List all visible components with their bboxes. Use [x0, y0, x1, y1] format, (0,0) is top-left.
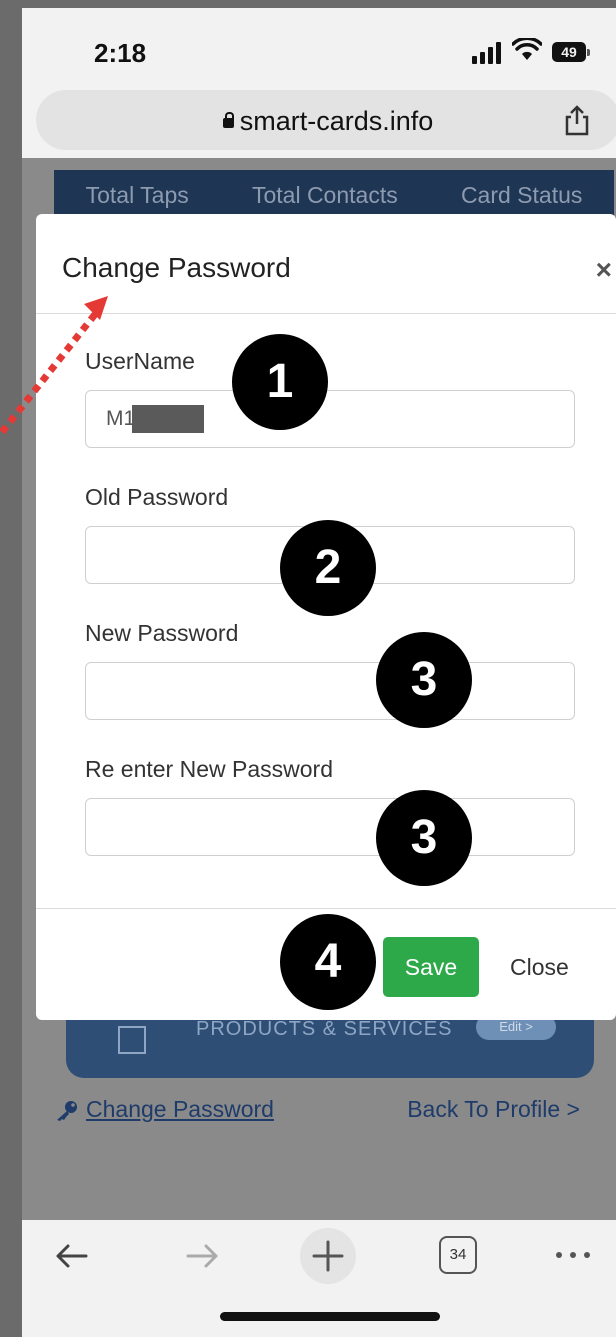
step-badge-4: 4 — [280, 914, 376, 1010]
username-field[interactable]: M1 — [85, 390, 575, 448]
url-display: smart-cards.info — [36, 106, 616, 137]
old-password-label: Old Password — [85, 484, 229, 510]
phone-screen: 2:18 49 smart-cards.info Total Taps Tota… — [22, 8, 616, 1337]
status-bar: 2:18 49 — [22, 8, 616, 90]
stat-total-contacts: Total Contacts — [251, 181, 398, 208]
forward-arrow-icon[interactable] — [182, 1236, 222, 1276]
cellular-signal-icon — [472, 42, 502, 64]
key-icon — [57, 1100, 77, 1121]
reenter-password-label: Re enter New Password — [85, 756, 333, 782]
redaction-block — [132, 405, 205, 434]
change-password-modal: Change Password × UserName M1 Old Passwo… — [36, 214, 616, 1020]
back-arrow-icon[interactable] — [52, 1236, 92, 1276]
browser-toolbar: 34 — [22, 1220, 616, 1337]
tab-switcher-button[interactable]: 34 — [439, 1236, 477, 1274]
change-password-link-text: Change Password — [86, 1096, 274, 1122]
step-badge-3a: 3 — [376, 632, 472, 728]
step-badge-1: 1 — [232, 334, 328, 430]
plus-icon — [312, 1240, 344, 1272]
new-password-label: New Password — [85, 620, 239, 646]
lock-icon — [222, 112, 234, 128]
wifi-icon — [512, 38, 542, 60]
modal-header: Change Password × — [36, 214, 616, 314]
new-tab-button[interactable] — [300, 1228, 356, 1284]
step-badge-3b: 3 — [376, 790, 472, 886]
share-icon[interactable] — [562, 104, 592, 136]
products-label: PRODUCTS & SERVICES — [196, 1018, 453, 1040]
stat-total-taps: Total Taps — [85, 181, 189, 208]
home-indicator — [220, 1312, 440, 1321]
annotation-arrow-icon — [0, 296, 108, 435]
step-badge-2: 2 — [280, 520, 376, 616]
reenter-password-field[interactable] — [85, 798, 575, 856]
close-button[interactable]: Close — [510, 937, 569, 997]
stat-card-status: Card Status — [460, 181, 583, 208]
new-password-field[interactable] — [85, 662, 575, 720]
address-bar[interactable]: smart-cards.info — [36, 90, 616, 150]
battery-icon: 49 — [552, 42, 590, 62]
back-to-profile-link: Back To Profile > — [407, 1096, 580, 1122]
close-icon[interactable]: × — [596, 254, 612, 286]
more-options-icon[interactable] — [554, 1246, 594, 1266]
status-time: 2:18 — [94, 38, 147, 68]
stats-header-bar: Total Taps Total Contacts Card Status — [54, 170, 614, 220]
modal-title: Change Password — [62, 252, 291, 283]
save-button[interactable]: Save — [383, 937, 479, 997]
url-text: smart-cards.info — [239, 106, 434, 136]
change-password-link: Change Password — [54, 1096, 274, 1123]
products-checkbox — [118, 1026, 146, 1054]
